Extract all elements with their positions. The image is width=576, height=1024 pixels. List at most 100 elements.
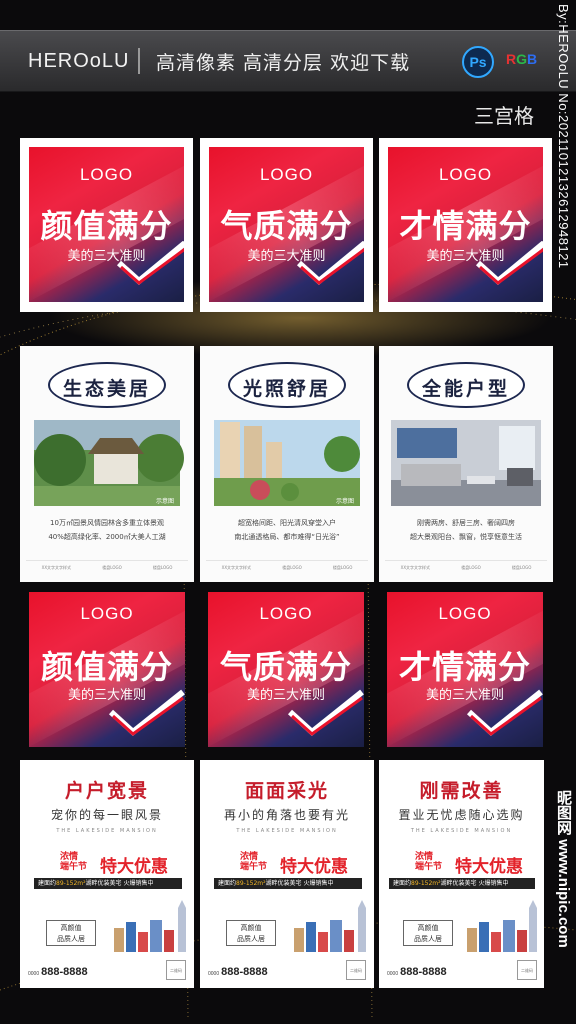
promo-title: 刚需改善 bbox=[419, 780, 504, 802]
bottom-red-square-3: LOGO 才情满分 美的三大准则 bbox=[387, 592, 543, 747]
badge-line-2: 品质人居 bbox=[414, 935, 442, 943]
deal-small-1: 浓情 bbox=[60, 852, 79, 862]
promo-bar: 建面约89-152m²湖畔优装美宅 火爆销售中 bbox=[389, 878, 535, 889]
promo-english: THE LAKESIDE MANSION bbox=[56, 828, 158, 834]
badge-line-1: 高颜值 bbox=[417, 924, 439, 932]
badge-line-2: 品质人居 bbox=[237, 935, 265, 943]
check-icon bbox=[296, 241, 364, 285]
layout-subtitle: 三宫格 bbox=[474, 104, 534, 128]
promo-poster-3: 刚需改善 置业无忧虑随心选购 THE LAKESIDE MANSION 浓情 端… bbox=[379, 760, 544, 988]
qr-placeholder: 二维码 bbox=[166, 960, 186, 980]
footer-logos: XX文字文字样式 楼盘LOGO 楼盘LOGO bbox=[385, 560, 547, 574]
promo-english: THE LAKESIDE MANSION bbox=[236, 828, 338, 834]
photo-caption: 示意图 bbox=[156, 498, 175, 505]
rgb-letter-b: B bbox=[527, 51, 538, 67]
desc-line-1: 刚需两房、舒居三房、奢阔四房 bbox=[417, 519, 515, 527]
footer-logo: 楼盘LOGO bbox=[152, 564, 173, 570]
poster-title: 生态美居 bbox=[62, 378, 151, 400]
logo-label: LOGO bbox=[79, 165, 134, 184]
badge-line-1: 高颜值 bbox=[60, 924, 82, 932]
bottom-red-square-1: LOGO 颜值满分 美的三大准则 bbox=[29, 592, 185, 747]
headline: 气质满分 bbox=[219, 648, 352, 686]
deal-small-2: 端午节 bbox=[60, 862, 88, 872]
red-square: LOGO 才情满分 美的三大准则 bbox=[388, 147, 543, 302]
logo-label: LOGO bbox=[259, 165, 314, 184]
phone-prefix: 0000 bbox=[208, 971, 220, 977]
promo-english: THE LAKESIDE MANSION bbox=[410, 828, 513, 834]
bar-suffix: 湖畔优装美宅 火爆销售中 bbox=[85, 880, 154, 887]
deal-small-2: 端午节 bbox=[415, 862, 443, 872]
bar-area: 89-152m² bbox=[56, 880, 86, 887]
deal-big: 特大优惠 bbox=[100, 857, 168, 877]
bar-area: 89-152m² bbox=[236, 880, 266, 887]
living-room-photo bbox=[391, 420, 541, 506]
logo-label: LOGO bbox=[80, 604, 134, 623]
deal-small-1: 浓情 bbox=[415, 852, 434, 862]
footer-logo: 楼盘LOGO bbox=[461, 564, 481, 570]
deal-small-1: 浓情 bbox=[240, 852, 259, 862]
bottom-red-square-2: LOGO 气质满分 美的三大准则 bbox=[208, 592, 364, 747]
photoshop-icon: Ps bbox=[462, 46, 494, 78]
sunny-buildings-photo bbox=[214, 420, 360, 506]
check-icon bbox=[116, 241, 184, 285]
watermark: 昵图网 www.nipic.com bbox=[555, 790, 572, 948]
deal-big: 特大优惠 bbox=[280, 857, 348, 877]
headline: 才情满分 bbox=[398, 648, 531, 686]
bar-prefix: 建面约 bbox=[38, 880, 57, 887]
badge-line-1: 高颜值 bbox=[240, 924, 262, 932]
promo-title: 面面采光 bbox=[244, 780, 329, 802]
poster-title: 全能户型 bbox=[421, 378, 510, 400]
qr-placeholder: 二维码 bbox=[346, 960, 366, 980]
desc-line-1: 超宽格间距、阳光清风穿堂入户 bbox=[238, 519, 336, 527]
quality-badge: 高颜值 品质人居 bbox=[46, 920, 96, 946]
logo-label: LOGO bbox=[438, 604, 492, 623]
bar-prefix: 建面约 bbox=[218, 880, 237, 887]
garden-photo bbox=[34, 420, 184, 506]
poster-2: 光照舒居 示意图 超宽格间距、阳光清风穿堂入户 南北通透格局、都市难得“日光浴”… bbox=[200, 346, 374, 582]
phone-number: 888-8888 bbox=[400, 966, 447, 978]
phone-number: 888-8888 bbox=[221, 966, 268, 978]
phone-number: 888-8888 bbox=[41, 966, 88, 978]
check-icon bbox=[466, 689, 543, 736]
rgb-letter-r: R bbox=[506, 51, 517, 67]
header-divider bbox=[138, 48, 140, 74]
footer-logos: XX文字文字样式 楼盘LOGO 楼盘LOGO bbox=[26, 560, 188, 574]
promo-title: 户户宽景 bbox=[64, 780, 149, 802]
skyline-illustration bbox=[114, 900, 186, 952]
hotline: 0000 888-8888 bbox=[28, 966, 88, 978]
red-square: LOGO 气质满分 美的三大准则 bbox=[209, 147, 364, 302]
footer-logo: XX文字文字样式 bbox=[221, 564, 252, 570]
brand-name: HEROoLU bbox=[28, 50, 130, 72]
bar-suffix: 湖畔优装美宅 火爆销售中 bbox=[265, 880, 334, 887]
desc-line-2: 40%超高绿化率、2000㎡大美人工湖 bbox=[48, 533, 166, 541]
deal-small-2: 端午节 bbox=[240, 862, 268, 872]
promo-subtitle: 宠你的每一眼风景 bbox=[50, 808, 163, 822]
check-icon bbox=[287, 689, 364, 736]
poster-1: 生态美居 示意图 10万㎡园景风情园林含多重立体景观 40%超高绿化率、2000… bbox=[20, 346, 194, 582]
top-card-3: LOGO 才情满分 美的三大准则 bbox=[379, 138, 552, 312]
promo-subtitle: 再小的角落也要有光 bbox=[223, 808, 350, 822]
promo-poster-1: 户户宽景 宠你的每一眼风景 THE LAKESIDE MANSION 浓情 端午… bbox=[20, 760, 194, 988]
top-card-1: LOGO 颜值满分 美的三大准则 bbox=[20, 138, 193, 312]
quality-badge: 高颜值 品质人居 bbox=[226, 920, 276, 946]
rgb-letter-g: G bbox=[516, 51, 528, 67]
skyline-illustration bbox=[294, 900, 366, 952]
phone-prefix: 0000 bbox=[387, 971, 399, 977]
check-icon bbox=[475, 241, 543, 285]
phone-prefix: 0000 bbox=[28, 971, 40, 977]
desc-line-2: 南北通透格局、都市难得“日光浴” bbox=[234, 533, 340, 541]
red-square: LOGO 颜值满分 美的三大准则 bbox=[29, 147, 184, 302]
footer-logos: XX文字文字样式 楼盘LOGO 楼盘LOGO bbox=[206, 560, 368, 574]
promo-bar: 建面约89-152m²湖畔优装美宅 火爆销售中 bbox=[34, 878, 182, 889]
footer-logo: XX文字文字样式 bbox=[41, 564, 72, 570]
check-icon bbox=[108, 689, 185, 736]
bar-area: 89-152m² bbox=[411, 880, 441, 887]
bar-prefix: 建面约 bbox=[393, 880, 412, 887]
qr-placeholder: 二维码 bbox=[517, 960, 537, 980]
top-card-2: LOGO 气质满分 美的三大准则 bbox=[200, 138, 373, 312]
headline: 颜值满分 bbox=[40, 648, 173, 686]
photo-caption: 示意图 bbox=[336, 498, 355, 505]
desc-line-2: 超大景观阳台、飘窗，悦享惬意生活 bbox=[410, 533, 522, 541]
bar-suffix: 湖畔优装美宅 火爆销售中 bbox=[440, 880, 509, 887]
skyline-illustration bbox=[467, 900, 537, 952]
